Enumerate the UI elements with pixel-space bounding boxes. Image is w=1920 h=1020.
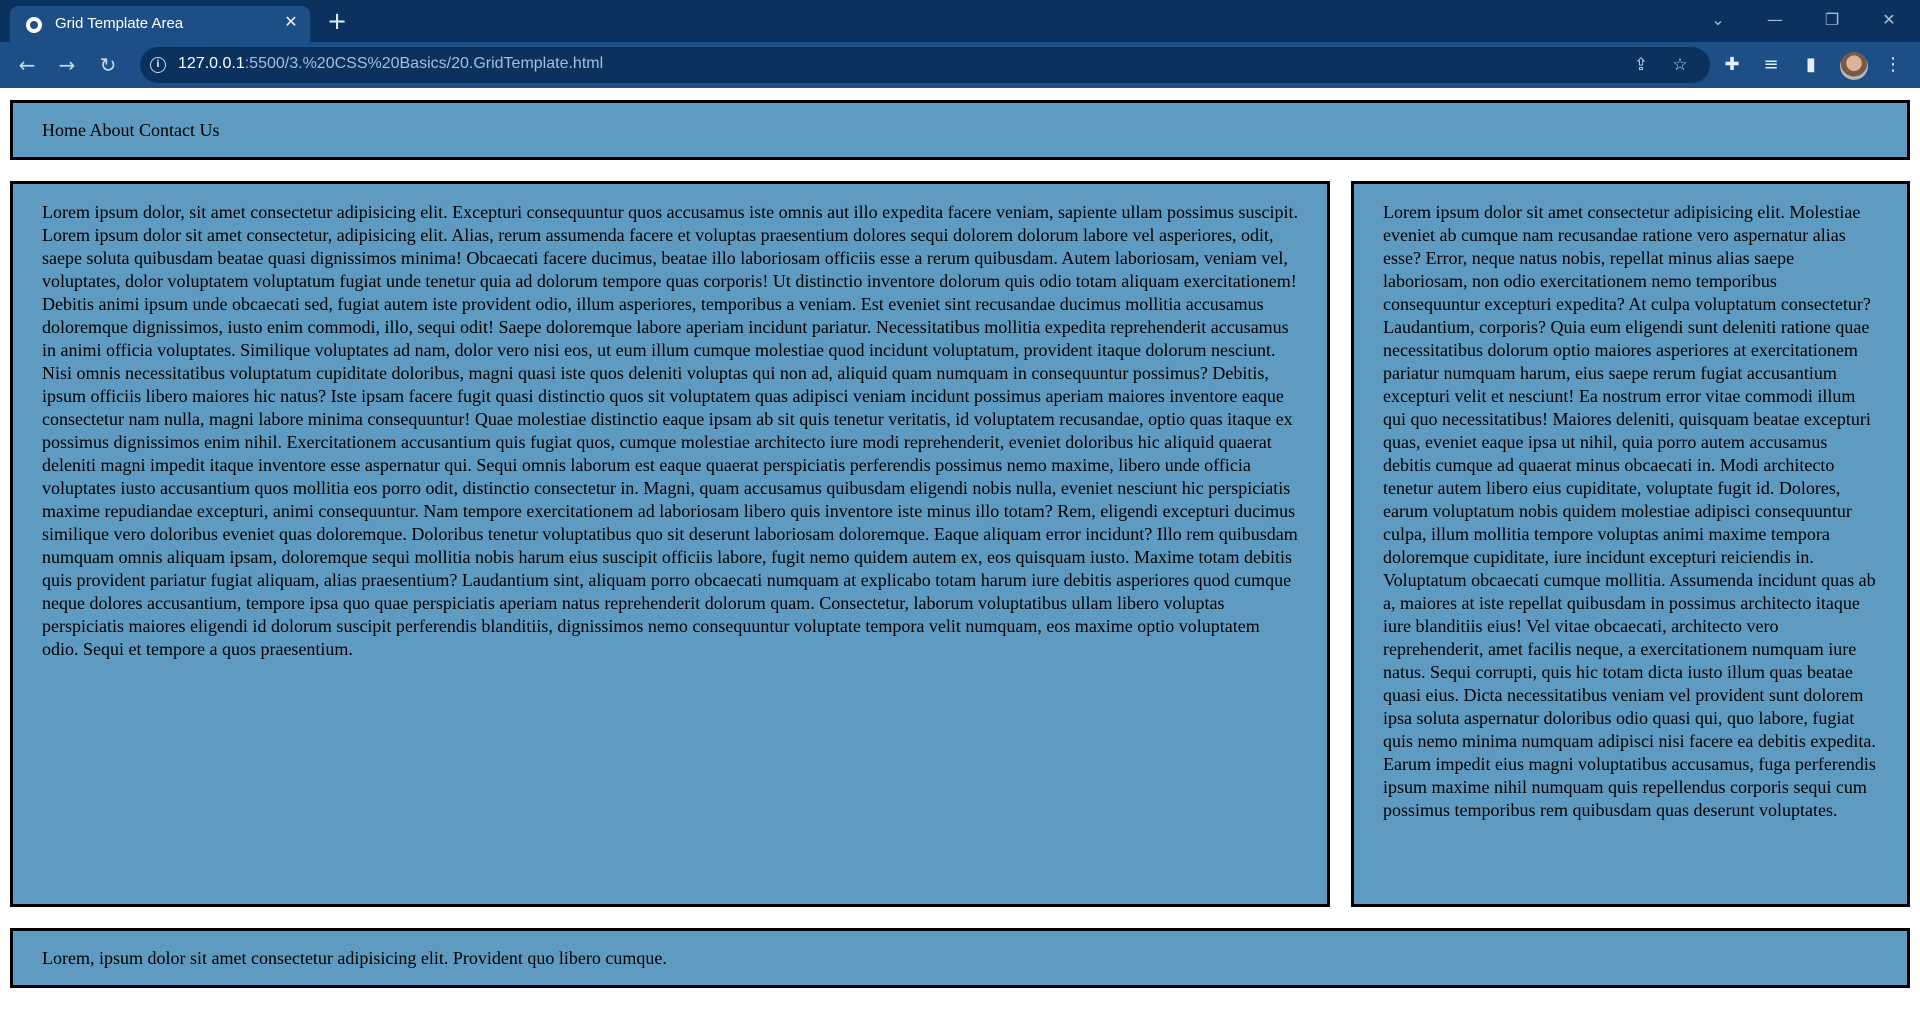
restore-icon[interactable]: ❐ (1817, 6, 1847, 34)
side-panel-icon[interactable]: ▮ (1797, 51, 1825, 79)
window-close-icon[interactable]: ✕ (1874, 6, 1904, 34)
share-icon[interactable]: ⇪ (1629, 53, 1653, 77)
media-control-icon[interactable]: ≡ (1757, 51, 1785, 79)
main-content: Lorem ipsum dolor, sit amet consectetur … (10, 181, 1330, 907)
bookmark-star-icon[interactable]: ☆ (1668, 53, 1692, 77)
globe-icon (26, 17, 42, 33)
address-bar[interactable]: i 127.0.0.1:5500/3.%20CSS%20Basics/20.Gr… (140, 47, 1710, 83)
new-tab-button[interactable]: + (324, 8, 350, 34)
tab-strip: Grid Template Area ✕ + ⌄ — ❐ ✕ (0, 0, 1920, 42)
extensions-icon[interactable]: ✚ (1718, 51, 1746, 79)
nav-header: Home About Contact Us (10, 100, 1910, 160)
tab-search-icon[interactable]: ⌄ (1703, 6, 1733, 34)
close-tab-icon[interactable]: ✕ (281, 12, 301, 32)
browser-toolbar: ← → ↻ i 127.0.0.1:5500/3.%20CSS%20Basics… (0, 42, 1920, 88)
site-info-icon[interactable]: i (150, 57, 166, 73)
url-path: :5500/3.%20CSS%20Basics/20.GridTemplate.… (244, 55, 604, 72)
tab-title: Grid Template Area (55, 15, 184, 32)
active-tab[interactable]: Grid Template Area ✕ (10, 6, 310, 42)
nav-link-about[interactable]: About (90, 120, 135, 140)
minimize-icon[interactable]: — (1760, 6, 1790, 34)
footer: Lorem, ipsum dolor sit amet consectetur … (10, 928, 1910, 988)
url-text[interactable]: 127.0.0.1:5500/3.%20CSS%20Basics/20.Grid… (178, 55, 603, 73)
forward-button[interactable]: → (53, 51, 81, 79)
url-host: 127.0.0.1 (178, 55, 245, 72)
sidebar-content: Lorem ipsum dolor sit amet consectetur a… (1351, 181, 1910, 907)
back-button[interactable]: ← (13, 51, 41, 79)
nav-link-contact[interactable]: Contact Us (139, 120, 220, 140)
menu-icon[interactable]: ⋮ (1879, 51, 1907, 79)
reload-button[interactable]: ↻ (94, 51, 122, 79)
avatar[interactable] (1840, 52, 1868, 80)
nav-link-home[interactable]: Home (42, 120, 86, 140)
page-viewport: Home About Contact Us Lorem ipsum dolor,… (0, 88, 1920, 1020)
